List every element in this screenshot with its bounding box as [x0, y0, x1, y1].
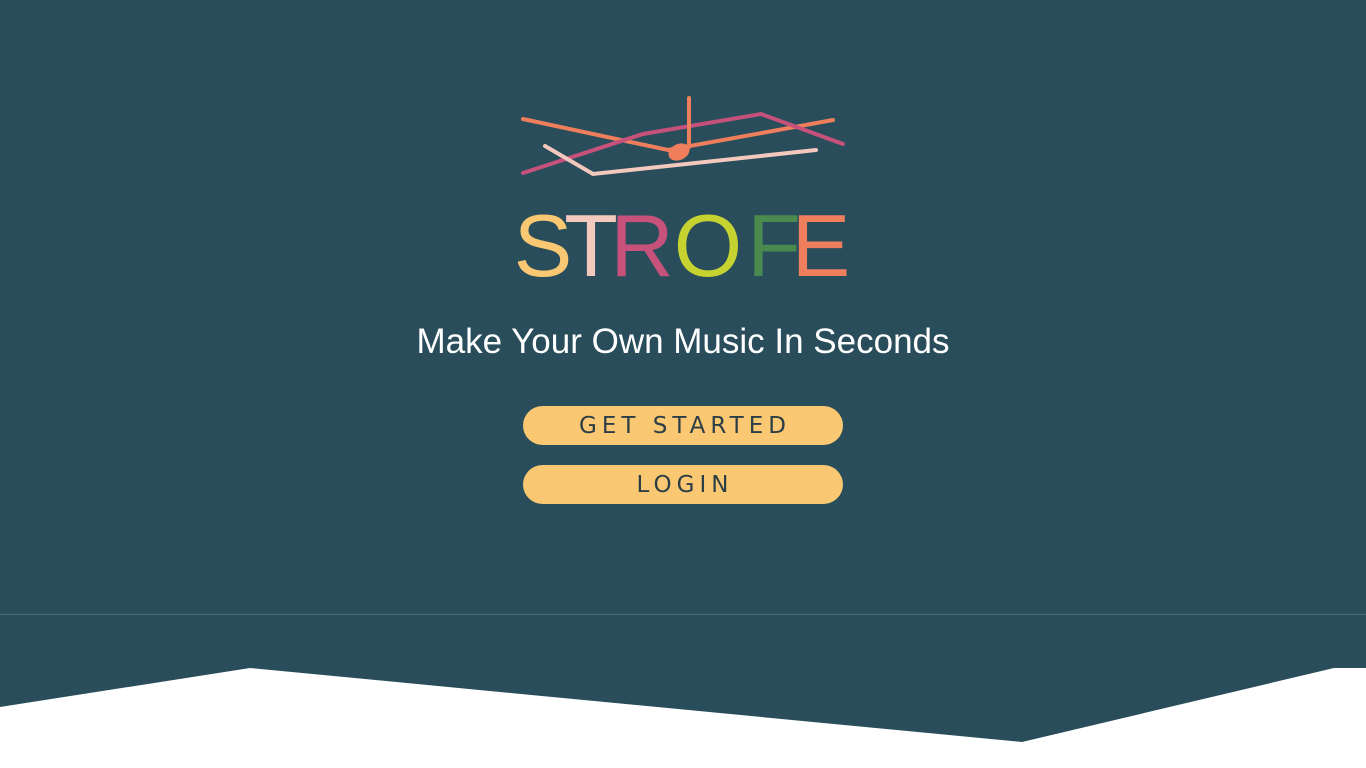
- brand-letter-e: E: [792, 198, 848, 286]
- get-started-label: GET STARTED: [579, 412, 791, 439]
- brand-letter-r: R: [610, 198, 674, 286]
- hero-tagline: Make Your Own Music In Seconds: [416, 322, 950, 361]
- hero-divider: [0, 614, 1366, 615]
- get-started-button[interactable]: GET STARTED: [523, 406, 843, 445]
- landing-page: S T R O F E Make Your Own Music In Secon…: [0, 0, 1366, 768]
- login-label: LOGIN: [636, 471, 734, 498]
- login-button[interactable]: LOGIN: [523, 465, 843, 504]
- brand-letter-o: O: [674, 198, 742, 286]
- music-staff-note-icon: [521, 96, 845, 177]
- brand-wordmark: S T R O F E: [518, 198, 848, 286]
